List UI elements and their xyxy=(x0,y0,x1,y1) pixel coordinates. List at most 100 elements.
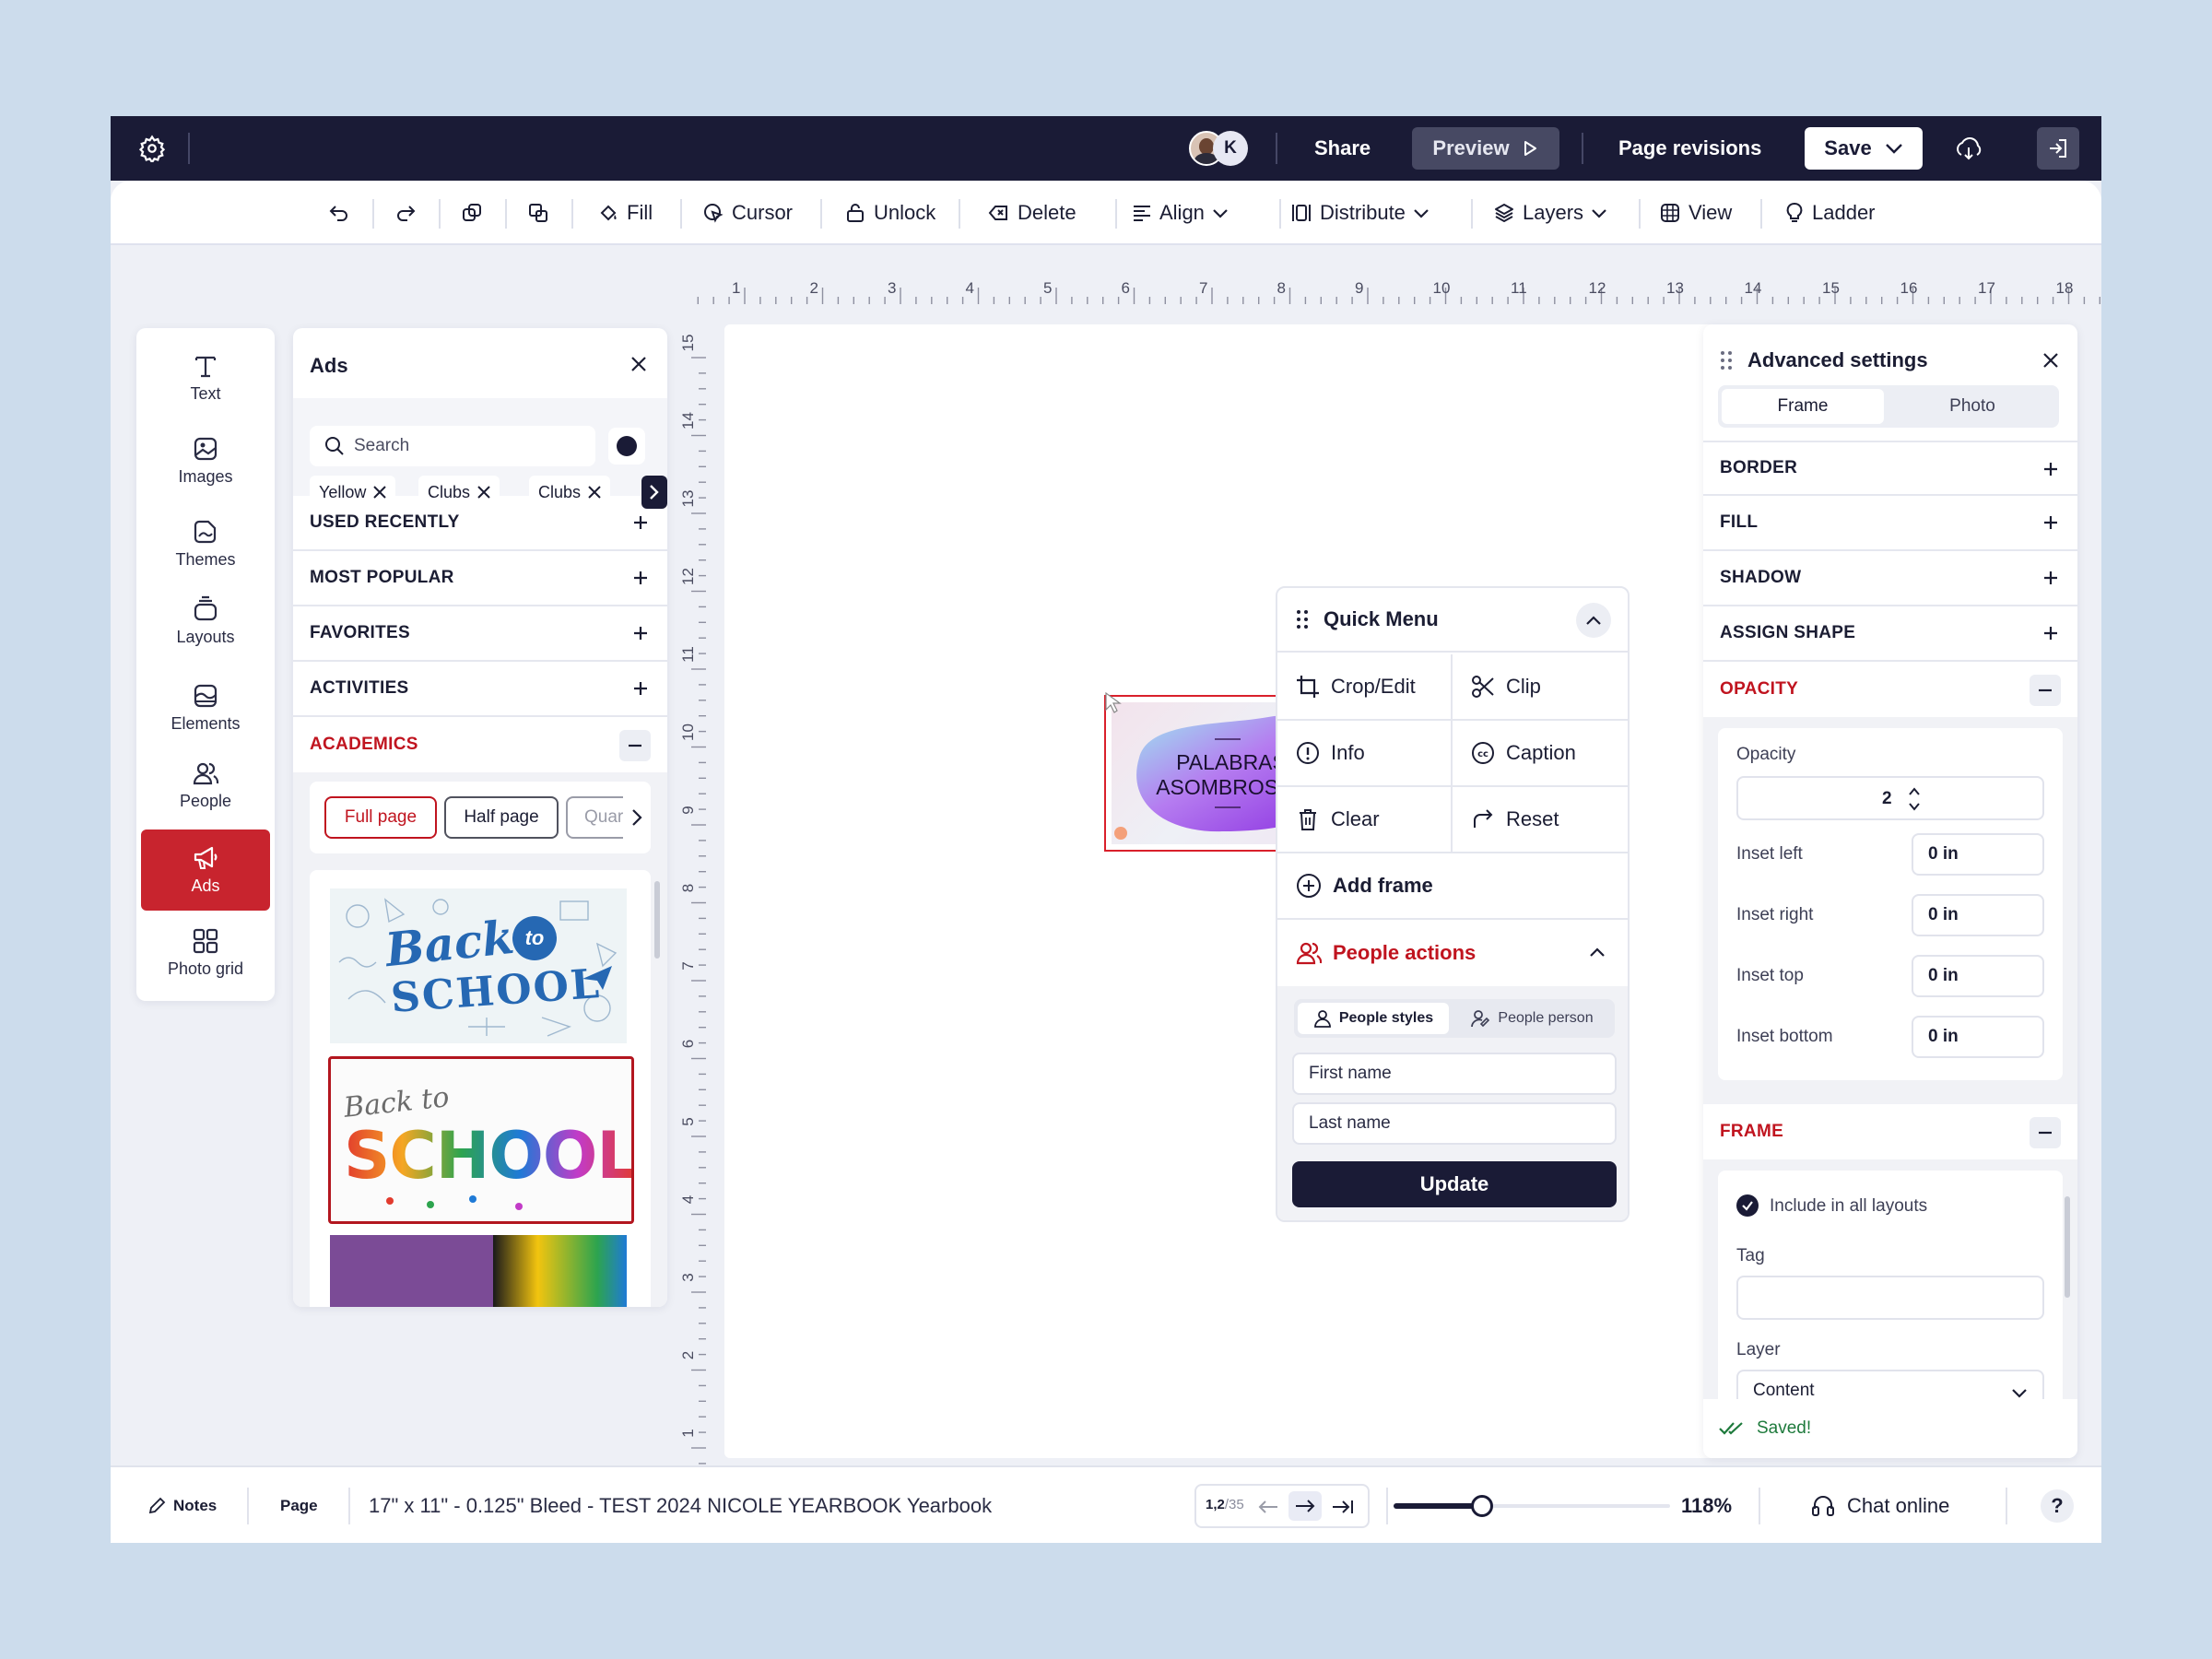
settings-gear-icon[interactable] xyxy=(138,135,166,162)
fill-button[interactable]: Fill xyxy=(597,181,653,245)
gallery-scrollbar[interactable] xyxy=(654,881,660,959)
clip-button[interactable]: Clip xyxy=(1453,654,1628,721)
sidebar-item-text[interactable]: Text xyxy=(141,337,270,418)
half-page-filter[interactable]: Half page xyxy=(444,796,559,839)
people-actions-header[interactable]: People actions xyxy=(1277,920,1628,986)
update-button[interactable]: Update xyxy=(1292,1161,1617,1207)
last-name-field[interactable]: Last name xyxy=(1292,1102,1617,1145)
share-button[interactable]: Share xyxy=(1314,116,1371,181)
info-button[interactable]: Info xyxy=(1277,721,1453,787)
cursor-label: Cursor xyxy=(732,201,794,224)
quick-menu-header[interactable]: Quick Menu xyxy=(1277,588,1628,653)
color-filter-button[interactable] xyxy=(608,428,645,465)
cursor-button[interactable]: Cursor xyxy=(702,181,793,245)
sidebar-item-layouts[interactable]: Layouts xyxy=(141,581,270,662)
full-page-filter[interactable]: Full page xyxy=(324,796,437,839)
tab-frame[interactable]: Frame xyxy=(1722,389,1884,424)
copy-style-button[interactable] xyxy=(527,181,549,245)
section-border[interactable]: BORDER xyxy=(1703,441,2077,496)
ladder-button[interactable]: Ladder xyxy=(1784,181,1876,245)
section-opacity[interactable]: OPACITY xyxy=(1703,662,2077,717)
layers-icon xyxy=(1495,204,1513,222)
section-most-popular[interactable]: MOST POPULAR xyxy=(293,551,667,606)
chevron-up-icon[interactable] xyxy=(1576,603,1611,638)
section-academics[interactable]: ACADEMICS xyxy=(293,717,667,772)
filters-scroll-right-button[interactable] xyxy=(623,796,651,839)
add-frame-button[interactable]: Add frame xyxy=(1277,853,1628,920)
inset-left-field[interactable]: 0 in xyxy=(1912,833,2044,876)
settings-scrollbar[interactable] xyxy=(2065,1196,2070,1298)
divider xyxy=(1276,133,1277,164)
chevron-up-icon[interactable] xyxy=(1589,947,1606,958)
zoom-slider-knob[interactable] xyxy=(1471,1495,1493,1517)
save-button[interactable]: Save xyxy=(1805,127,1923,170)
plus-icon xyxy=(634,516,647,529)
quick-menu: Quick Menu Crop/Edit Clip Info cc Captio… xyxy=(1276,586,1630,1222)
help-button[interactable]: ? xyxy=(2041,1489,2074,1523)
clear-button[interactable]: Clear xyxy=(1277,787,1453,853)
layers-dropdown[interactable]: Layers xyxy=(1493,181,1607,245)
section-frame[interactable]: FRAME xyxy=(1703,1104,2077,1159)
caption-button[interactable]: cc Caption xyxy=(1453,721,1628,787)
opacity-stepper[interactable]: 2 xyxy=(1736,776,2044,820)
sidebar-item-elements[interactable]: Elements xyxy=(141,667,270,748)
section-shadow[interactable]: SHADOW xyxy=(1703,551,2077,606)
align-dropdown[interactable]: Align xyxy=(1132,181,1229,245)
search-input[interactable]: Search xyxy=(310,426,595,466)
tab-people-person[interactable]: People person xyxy=(1453,1003,1611,1034)
ad-thumbnail-back-to-school-beads[interactable]: Back to SCHOOL xyxy=(328,1056,634,1224)
section-activities[interactable]: ACTIVITIES xyxy=(293,662,667,717)
page-revisions-button[interactable]: Page revisions xyxy=(1618,116,1761,181)
undo-button[interactable] xyxy=(328,181,350,245)
duplicate-button[interactable] xyxy=(461,181,483,245)
view-button[interactable]: View xyxy=(1659,181,1732,245)
include-all-checkbox[interactable] xyxy=(1736,1194,1759,1217)
tab-label: People styles xyxy=(1338,1010,1434,1026)
section-used-recently[interactable]: USED RECENTLY xyxy=(293,496,667,551)
distribute-dropdown[interactable]: Distribute xyxy=(1290,181,1430,245)
inset-right-field[interactable]: 0 in xyxy=(1912,894,2044,936)
section-assign-shape[interactable]: ASSIGN SHAPE xyxy=(1703,606,2077,662)
first-name-field[interactable]: First name xyxy=(1292,1053,1617,1095)
collaborator-avatar[interactable]: K xyxy=(1213,131,1248,166)
cloud-sync-icon[interactable] xyxy=(1954,135,1983,162)
zoom-value: 118% xyxy=(1681,1494,1733,1517)
reset-button[interactable]: Reset xyxy=(1453,787,1628,853)
layer-select[interactable]: Content xyxy=(1736,1370,2044,1399)
redo-button[interactable] xyxy=(394,181,417,245)
sidebar-item-images[interactable]: Images xyxy=(141,420,270,501)
chat-online-button[interactable]: Chat online xyxy=(1810,1467,1949,1543)
section-favorites[interactable]: FAVORITES xyxy=(293,606,667,662)
sidebar-item-ads[interactable]: Ads xyxy=(141,830,270,911)
sidebar-item-photo-grid[interactable]: Photo grid xyxy=(141,912,270,994)
copy-style-icon xyxy=(529,204,547,222)
exit-button[interactable] xyxy=(2037,127,2079,170)
save-label: Save xyxy=(1824,136,1872,159)
tab-photo[interactable]: Photo xyxy=(1889,389,2055,424)
delete-button[interactable]: Delete xyxy=(988,181,1077,245)
drag-handle-icon[interactable] xyxy=(1296,609,1309,629)
crop-edit-button[interactable]: Crop/Edit xyxy=(1277,654,1453,721)
arrow-left-icon[interactable] xyxy=(1257,1499,1279,1515)
inset-bottom-field[interactable]: 0 in xyxy=(1912,1016,2044,1058)
minus-icon xyxy=(2030,675,2061,706)
ad-thumbnail-back-to-school-doodle[interactable]: Back to SCHOOL xyxy=(330,888,627,1043)
close-icon[interactable] xyxy=(630,356,647,372)
drag-handle-icon[interactable] xyxy=(1720,350,1733,371)
tag-input[interactable] xyxy=(1736,1276,2044,1320)
sidebar-item-people[interactable]: People xyxy=(141,745,270,826)
page-button[interactable]: Page xyxy=(280,1467,318,1543)
unlock-button[interactable]: Unlock xyxy=(844,181,935,245)
notes-button[interactable]: Notes xyxy=(147,1467,217,1543)
top-bar: K Share Preview Page revisions Save xyxy=(111,116,2101,181)
tab-people-styles[interactable]: People styles xyxy=(1298,1003,1449,1034)
section-fill[interactable]: FILL xyxy=(1703,496,2077,551)
close-icon[interactable] xyxy=(2042,352,2059,369)
preview-button[interactable]: Preview xyxy=(1412,127,1559,170)
stepper-arrows-icon[interactable] xyxy=(1908,785,1921,813)
next-page-button[interactable] xyxy=(1288,1491,1322,1521)
last-page-icon[interactable] xyxy=(1331,1499,1355,1515)
sidebar-item-themes[interactable]: Themes xyxy=(141,503,270,584)
ad-thumbnail-partial[interactable] xyxy=(330,1235,627,1307)
inset-top-field[interactable]: 0 in xyxy=(1912,955,2044,997)
